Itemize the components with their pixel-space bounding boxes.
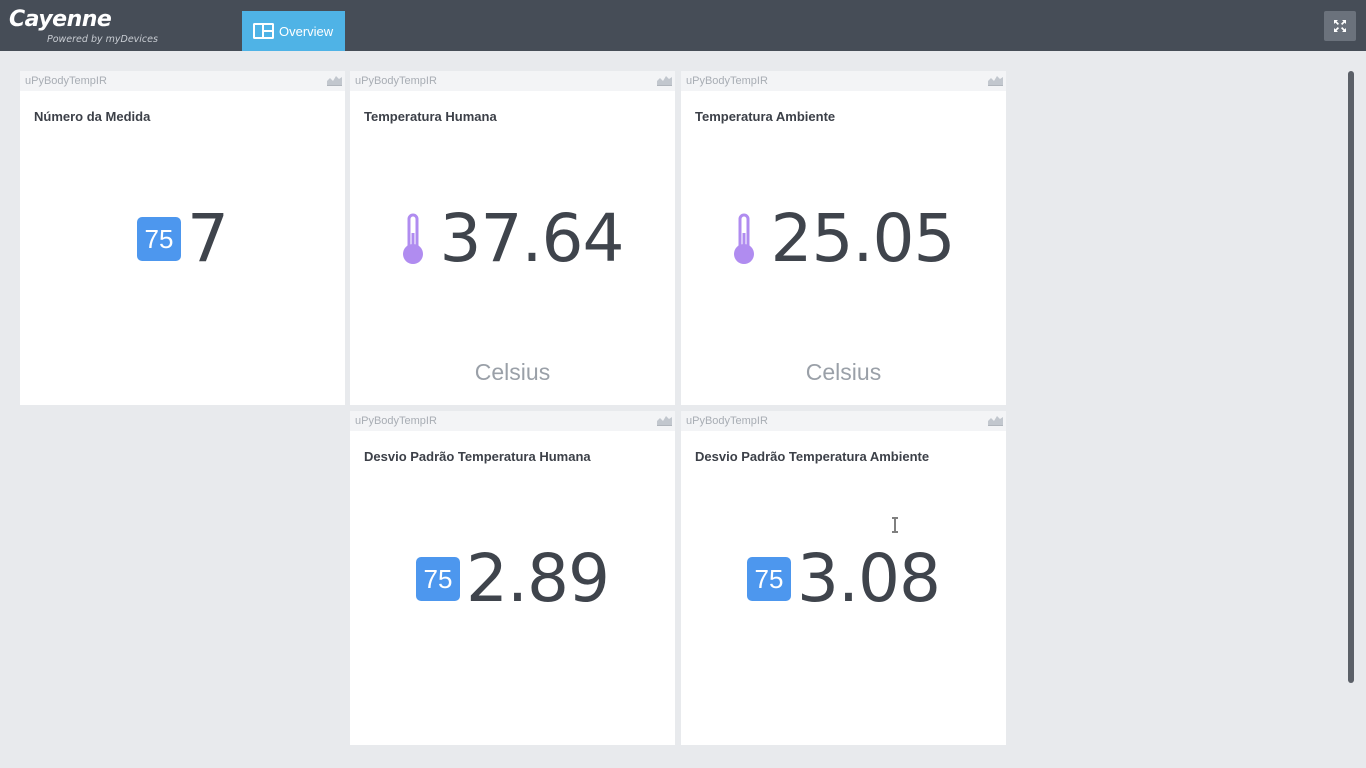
widget-value: 37.64 xyxy=(439,200,625,277)
widget-header: uPyBodyTempIR xyxy=(681,71,1006,91)
tab-overview-label: Overview xyxy=(279,23,334,39)
widget-value: 7 xyxy=(187,200,229,277)
chart-icon[interactable] xyxy=(657,414,672,426)
widget-unit: Celsius xyxy=(805,359,882,385)
value-row: 75 2.89 xyxy=(350,539,675,619)
widget-device-name: uPyBodyTempIR xyxy=(686,415,768,427)
number-badge-icon: 75 xyxy=(747,557,792,601)
widget-unit: Celsius xyxy=(474,359,551,385)
value-row: 75 7 xyxy=(20,199,345,279)
fullscreen-button[interactable] xyxy=(1324,11,1356,41)
widget-header: uPyBodyTempIR xyxy=(350,411,675,431)
powered-by-label: Powered by myDevices xyxy=(47,34,158,45)
chart-icon[interactable] xyxy=(657,74,672,86)
chart-icon[interactable] xyxy=(327,74,342,86)
widget-device-name: uPyBodyTempIR xyxy=(686,75,768,87)
widget-title: Desvio Padrão Temperatura Humana xyxy=(364,449,591,464)
thermometer-icon xyxy=(733,213,754,264)
widget-header: uPyBodyTempIR xyxy=(681,411,1006,431)
widget-temperatura-humana[interactable]: uPyBodyTempIR Temperatura Humana 37.64 C… xyxy=(350,71,675,405)
widget-desvio-padrao-temperatura-ambiente[interactable]: uPyBodyTempIR Desvio Padrão Temperatura … xyxy=(681,411,1006,745)
widget-title: Temperatura Humana xyxy=(364,109,497,124)
widget-title: Desvio Padrão Temperatura Ambiente xyxy=(695,449,930,464)
widget-device-name: uPyBodyTempIR xyxy=(25,75,107,87)
value-row: 75 3.08 xyxy=(681,539,1006,619)
brand-logo[interactable]: Cayenne Powered by myDevices xyxy=(9,6,158,45)
scrollbar[interactable] xyxy=(1348,71,1354,683)
widget-value: 2.89 xyxy=(466,540,610,617)
widget-header: uPyBodyTempIR xyxy=(20,71,345,91)
value-row: 25.05 xyxy=(681,199,1006,279)
widget-desvio-padrao-temperatura-humana[interactable]: uPyBodyTempIR Desvio Padrão Temperatura … xyxy=(350,411,675,745)
top-bar: Cayenne Powered by myDevices Overview xyxy=(0,0,1366,51)
chart-icon[interactable] xyxy=(988,414,1003,426)
widget-value: 3.08 xyxy=(797,540,941,617)
widget-device-name: uPyBodyTempIR xyxy=(355,415,437,427)
tab-overview[interactable]: Overview xyxy=(242,11,345,51)
chart-icon[interactable] xyxy=(988,74,1003,86)
widget-title: Número da Medida xyxy=(34,109,151,124)
widget-device-name: uPyBodyTempIR xyxy=(355,75,437,87)
fullscreen-icon xyxy=(1334,20,1346,32)
number-badge-icon: 75 xyxy=(137,217,181,261)
brand-name: Cayenne xyxy=(9,7,112,32)
value-row: 37.64 xyxy=(350,199,675,279)
widget-title: Temperatura Ambiente xyxy=(695,109,836,124)
widget-value: 25.05 xyxy=(770,200,956,277)
widget-temperatura-ambiente[interactable]: uPyBodyTempIR Temperatura Ambiente 25.05… xyxy=(681,71,1006,405)
widget-header: uPyBodyTempIR xyxy=(350,71,675,91)
thermometer-icon xyxy=(402,213,423,264)
dashboard-grid-icon xyxy=(253,23,274,39)
number-badge-icon: 75 xyxy=(416,557,461,601)
text-cursor-icon xyxy=(892,517,898,533)
widget-numero-da-medida[interactable]: uPyBodyTempIR Número da Medida 75 7 xyxy=(20,71,345,405)
